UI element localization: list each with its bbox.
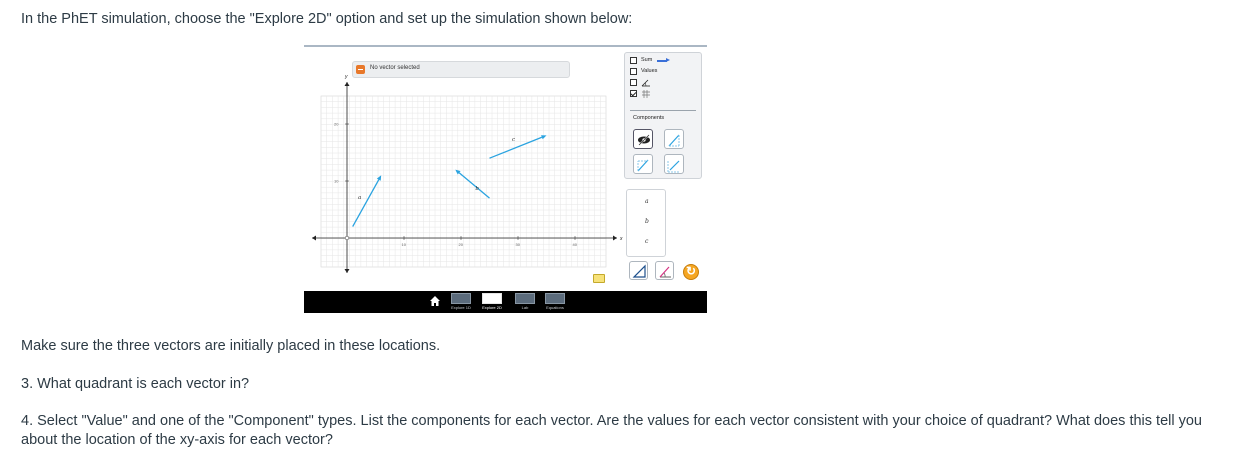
control-panel: Sum Values Components: [624, 52, 702, 179]
eraser-button[interactable]: [593, 274, 605, 283]
axis-components-icon: [667, 160, 680, 173]
x-tick-label: 40: [573, 242, 578, 247]
question-3: 3. What quadrant is each vector in?: [21, 376, 250, 392]
tab-label: Equations: [546, 305, 564, 310]
vector-toolbox: a b c: [626, 189, 666, 257]
x-axis-left-arrow: [312, 235, 316, 241]
status-label: No vector selected: [370, 65, 420, 71]
polar-graph-button[interactable]: [655, 261, 674, 280]
tab-explore-1d[interactable]: Explore 1D: [448, 293, 474, 311]
navigation-bar: Explore 1D Explore 2D Lab Equations: [304, 291, 707, 313]
explore-1d-thumbnail: [451, 293, 471, 304]
checkbox-box[interactable]: [630, 79, 637, 86]
components-parallelogram-button[interactable]: [664, 129, 684, 149]
x-tick-label: 30: [516, 242, 521, 247]
grid-icon: [642, 90, 650, 98]
components-hidden-button[interactable]: [633, 129, 653, 149]
components-triangle-button[interactable]: [633, 154, 653, 174]
parallelogram-components-icon: [668, 134, 680, 147]
values-checkbox[interactable]: Values: [630, 68, 700, 77]
sum-arrow-icon: [657, 58, 670, 62]
sum-label: Sum: [641, 57, 653, 63]
tab-lab[interactable]: Lab: [512, 293, 538, 311]
checkbox-box[interactable]: [630, 90, 637, 97]
cartesian-graph-button[interactable]: [629, 261, 648, 280]
toolbox-vector-b[interactable]: b: [645, 218, 649, 225]
phet-simulation-screenshot: x y 10 20 30 40 10 20 a b c No vector selected Sum…: [304, 45, 707, 313]
values-label: Values: [641, 68, 658, 74]
triangle-components-icon: [637, 159, 649, 172]
question-4: 4. Select "Value" and one of the "Compon…: [21, 413, 1202, 448]
tab-label: Explore 1D: [451, 305, 471, 310]
intro-text: In the PhET simulation, choose the "Expl…: [21, 11, 633, 27]
y-axis-bottom-arrow: [344, 269, 350, 273]
tab-explore-2d[interactable]: Explore 2D: [479, 293, 505, 311]
origin-marker: [344, 235, 350, 241]
polar-icon: [659, 266, 671, 278]
x-axis-right-arrow: [613, 235, 617, 241]
tab-equations[interactable]: Equations: [542, 293, 568, 311]
note-text: Make sure the three vectors are initiall…: [21, 338, 441, 354]
x-axis-label: x: [619, 236, 623, 242]
toolbox-vector-a[interactable]: a: [645, 198, 649, 205]
explore-2d-thumbnail: [482, 293, 502, 304]
vector-c-label: c: [512, 137, 515, 143]
vector-a-label: a: [358, 195, 361, 201]
sum-checkbox[interactable]: Sum: [630, 57, 700, 66]
cartesian-icon: [632, 264, 646, 278]
vector-status-bar[interactable]: No vector selected: [352, 61, 570, 78]
checkbox-box[interactable]: [630, 68, 637, 75]
x-tick-label: 10: [402, 242, 407, 247]
reset-all-button[interactable]: [683, 264, 699, 280]
angle-checkbox[interactable]: [630, 79, 700, 88]
components-label: Components: [633, 115, 665, 121]
grid-checkbox[interactable]: [630, 90, 700, 99]
angle-icon: [641, 79, 650, 87]
eye-slash-icon: [638, 134, 650, 146]
tab-label: Lab: [521, 305, 529, 310]
y-tick-label: 10: [334, 179, 339, 184]
toolbox-vector-c[interactable]: c: [645, 238, 648, 245]
tab-label: Explore 2D: [482, 305, 502, 310]
y-axis-top-arrow: [344, 82, 350, 86]
vector-b-label: b: [475, 186, 479, 192]
panel-divider: [630, 110, 696, 111]
home-icon[interactable]: [429, 295, 441, 307]
checkbox-box[interactable]: [630, 57, 637, 64]
y-tick-label: 20: [334, 122, 339, 127]
equations-thumbnail: [545, 293, 565, 304]
x-tick-label: 20: [459, 242, 464, 247]
components-on-axis-button[interactable]: [664, 154, 684, 174]
collapse-icon[interactable]: [356, 65, 365, 74]
y-axis-label: y: [344, 74, 348, 80]
lab-thumbnail: [515, 293, 535, 304]
